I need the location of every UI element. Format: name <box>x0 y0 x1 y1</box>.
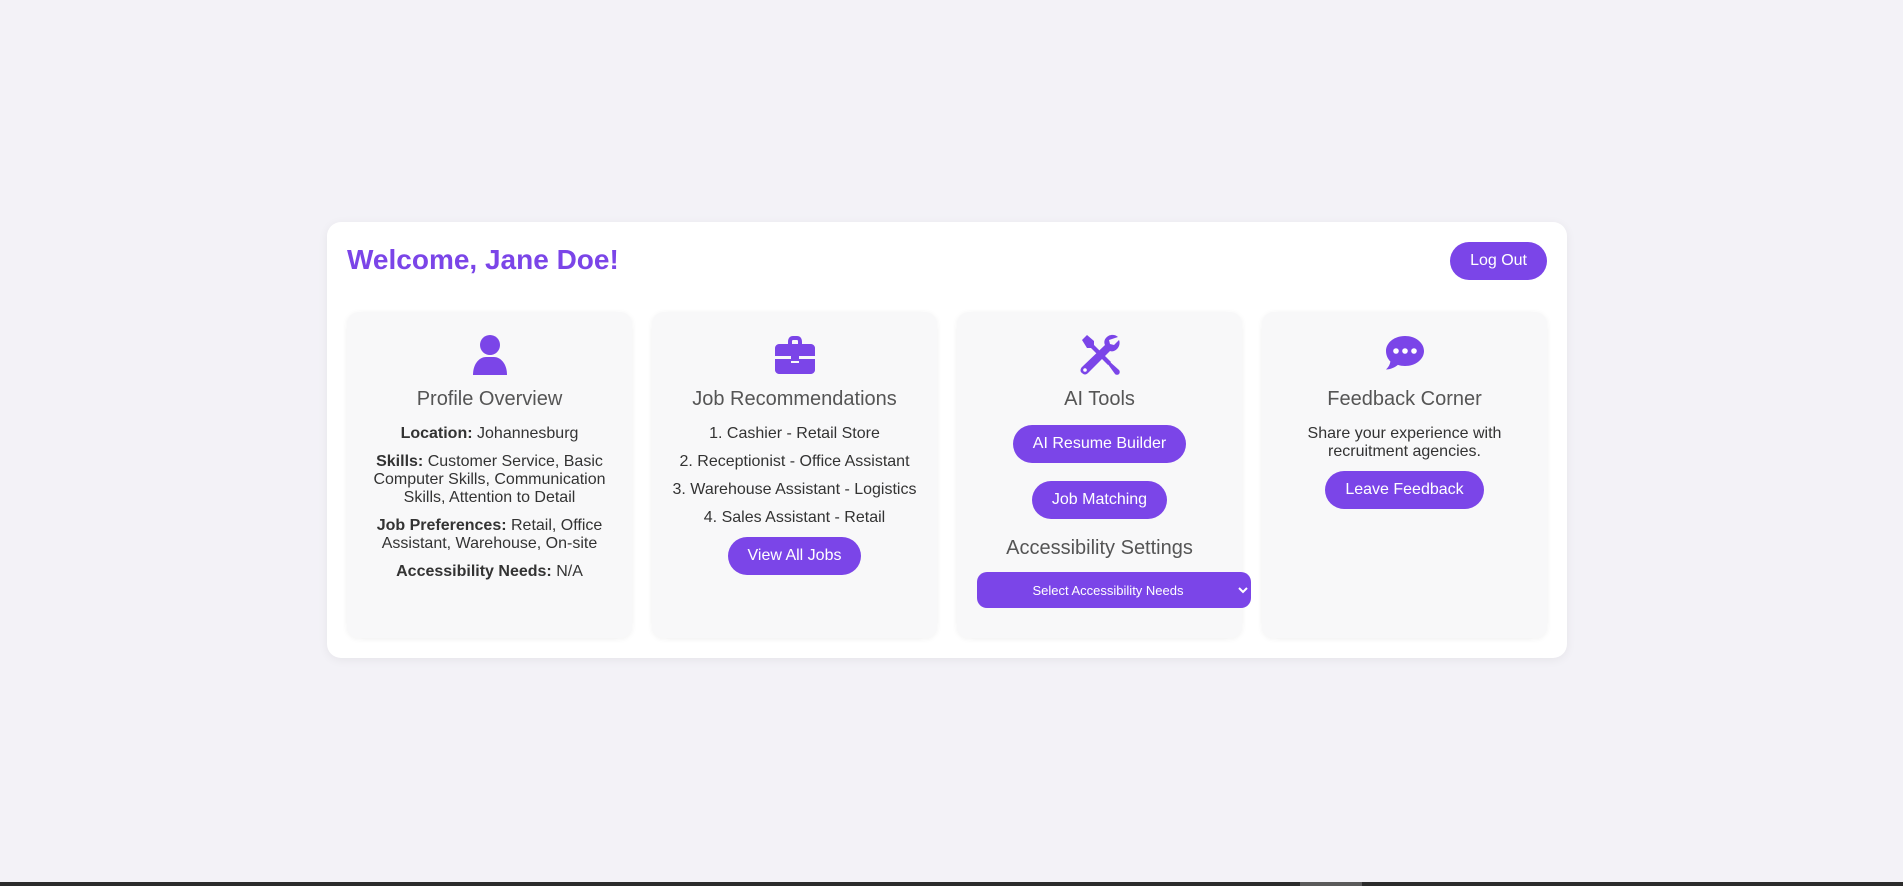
user-icon <box>472 335 507 375</box>
location-field: Location: Johannesburg <box>365 425 614 443</box>
job-preferences-field: Job Preferences: Retail, Office Assistan… <box>365 517 614 553</box>
accessibility-settings-title: Accessibility Settings <box>1006 537 1193 559</box>
ai-resume-builder-button[interactable]: AI Resume Builder <box>1012 425 1187 463</box>
ai-tools-title: AI Tools <box>1064 388 1135 410</box>
feedback-corner-title: Feedback Corner <box>1327 388 1482 410</box>
feedback-description: Share your experience with recruitment a… <box>1307 425 1502 460</box>
feedback-corner-card: Feedback Corner Share your experience wi… <box>1262 312 1547 638</box>
job-recommendation-item: 2. Receptionist - Office Assistant <box>679 453 910 470</box>
accessibility-needs-value: N/A <box>556 563 583 580</box>
job-recommendations-card: Job Recommendations 1. Cashier - Retail … <box>652 312 937 638</box>
profile-overview-title: Profile Overview <box>416 388 563 410</box>
profile-overview-card: Profile Overview Location: Johannesburg … <box>347 312 632 638</box>
dashboard-panel: Welcome, Jane Doe! Log Out Profile Overv… <box>327 222 1567 658</box>
tools-icon <box>1080 334 1120 375</box>
skills-field: Skills: Customer Service, Basic Computer… <box>365 453 614 507</box>
accessibility-needs-field: Accessibility Needs: N/A <box>365 563 614 581</box>
ai-tools-card: AI Tools AI Resume Builder Job Matching … <box>957 312 1251 638</box>
leave-feedback-button[interactable]: Leave Feedback <box>1325 471 1484 509</box>
dashboard-cards: Profile Overview Location: Johannesburg … <box>347 312 1547 638</box>
job-recommendations-title: Job Recommendations <box>692 388 897 410</box>
location-value: Johannesburg <box>477 425 579 442</box>
accessibility-needs-select[interactable]: Select Accessibility Needs <box>977 572 1251 608</box>
job-recommendation-item: 4. Sales Assistant - Retail <box>703 509 886 526</box>
bottom-scrollbar-track[interactable] <box>0 882 1903 886</box>
bottom-scrollbar-thumb[interactable] <box>1300 882 1362 886</box>
job-matching-button[interactable]: Job Matching <box>1031 481 1168 519</box>
comment-dots-icon <box>1385 336 1424 370</box>
skills-label: Skills: <box>376 453 424 470</box>
briefcase-icon <box>774 336 815 374</box>
log-out-button[interactable]: Log Out <box>1450 242 1547 280</box>
accessibility-needs-label: Accessibility Needs: <box>396 563 552 580</box>
welcome-heading: Welcome, Jane Doe! <box>347 244 619 275</box>
job-recommendation-item: 1. Cashier - Retail Store <box>709 425 880 442</box>
job-recommendation-item: 3. Warehouse Assistant - Logistics <box>672 481 917 498</box>
view-all-jobs-button[interactable]: View All Jobs <box>727 537 862 575</box>
job-preferences-label: Job Preferences: <box>376 517 507 534</box>
job-recommendation-list: 1. Cashier - Retail Store 2. Receptionis… <box>670 425 919 527</box>
location-label: Location: <box>400 425 473 442</box>
